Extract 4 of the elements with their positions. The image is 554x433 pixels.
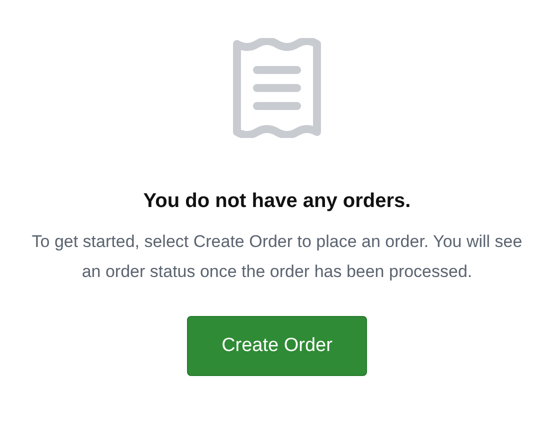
receipt-icon — [231, 38, 323, 138]
create-order-button[interactable]: Create Order — [187, 316, 367, 376]
empty-state-message: To get started, select Create Order to place an order. You will see an order status once the order has been processed. — [30, 231, 524, 283]
empty-state-title: You do not have any orders. — [143, 190, 411, 213]
